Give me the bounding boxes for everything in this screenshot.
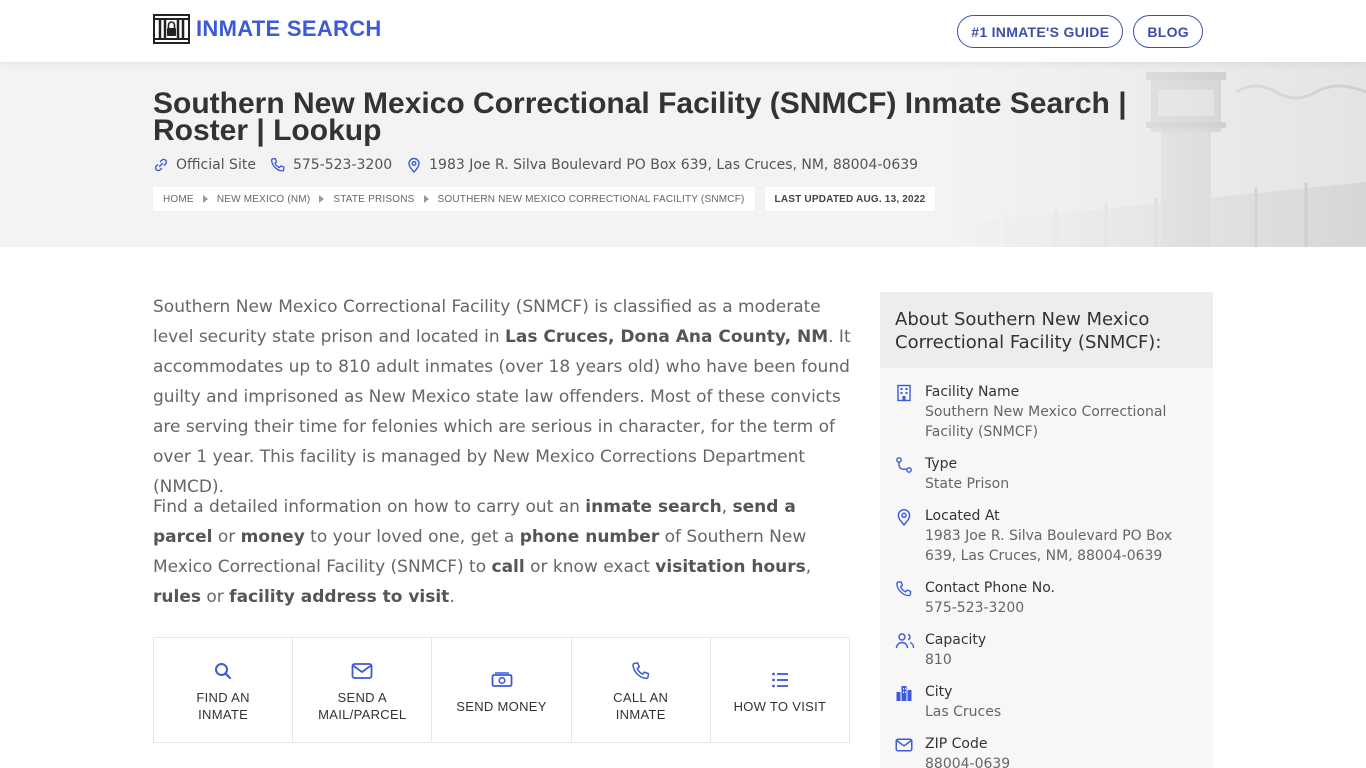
send-money-button[interactable]: SEND MONEY [432,638,572,742]
nav-inmates-guide-button[interactable]: #1 INMATE'S GUIDE [957,15,1124,48]
header-nav: #1 INMATE'S GUIDE BLOG [957,15,1203,48]
how-to-visit-label: HOW TO VISIT [733,698,827,714]
facility-meta: Official Site 575-523-3200 1983 Joe R. S… [153,157,932,173]
mail-icon [895,738,913,752]
detail-label: Capacity [925,632,987,648]
breadcrumb-state-prisons[interactable]: STATE PRISONS [333,194,414,205]
call-inmate-button[interactable]: CALL AN INMATE [572,638,711,742]
logo-text: INMATE SEARCH [196,16,382,41]
paragraph-text: . It accommodates up to 810 adult inmate… [153,327,851,497]
official-site-label: Official Site [176,157,256,173]
address-text: 1983 Joe R. Silva Boulevard PO Box 639, … [429,157,919,173]
breadcrumb-home[interactable]: HOME [163,194,194,205]
detail-type: Type State Prison [880,454,1213,494]
find-inmate-label: FIND AN INMATE [196,690,250,722]
paragraph-text: to your loved one, get a [304,527,520,547]
paragraph-text: or [212,527,241,547]
detail-label: City [925,684,953,700]
last-updated-badge: LAST UPDATED AUG. 13, 2022 [764,187,936,211]
breadcrumb-separator-icon [423,195,429,203]
page-title: Southern New Mexico Correctional Facilit… [153,87,1127,147]
breadcrumb-current: SOUTHERN NEW MEXICO CORRECTIONAL FACILIT… [437,193,745,205]
detail-label: Facility Name [925,384,1020,400]
route-icon [896,457,912,473]
detail-value: Las Cruces [925,704,1002,720]
intro-paragraph: Southern New Mexico Correctional Facilit… [153,292,853,502]
paragraph-text: or [200,587,230,607]
users-icon [895,633,915,649]
call-inmate-label: CALL AN INMATE [613,690,669,722]
detail-value: 88004-0639 [925,756,1011,768]
how-to-visit-button[interactable]: HOW TO VISIT [711,638,849,742]
detail-value: 810 [925,652,952,668]
detail-value: State Prison [925,476,1010,492]
nav-blog-button[interactable]: BLOG [1133,15,1203,48]
highlight-text: facility address to visit [229,587,450,607]
action-buttons: FIND AN INMATE SEND A MAIL/PARCEL SEND M… [153,637,850,743]
highlight-text: rules [153,587,201,607]
send-mail-parcel-label: SEND A MAIL/PARCEL [318,690,407,722]
jail-cell-icon [153,14,190,44]
detail-located-at: Located At 1983 Joe R. Silva Boulevard P… [880,506,1213,566]
phone-icon [270,157,285,172]
breadcrumb: HOME NEW MEXICO (NM) STATE PRISONS SOUTH… [153,187,936,211]
paragraph-text: , [805,557,812,577]
detail-value: 1983 Joe R. Silva Boulevard PO Box 639, … [925,528,1173,564]
paragraph-text: , [721,497,733,517]
paragraph-text: or know exact [524,557,656,577]
list-icon [772,672,788,687]
detail-label: Type [925,456,958,472]
paragraph-text: . [449,587,455,607]
detail-facility-name: Facility Name Southern New Mexico Correc… [880,382,1213,442]
detail-label: Contact Phone No. [925,580,1055,596]
site-logo[interactable]: INMATE SEARCH [153,14,382,44]
highlight-text: money [240,527,305,547]
breadcrumb-list: HOME NEW MEXICO (NM) STATE PRISONS SOUTH… [153,187,755,211]
breadcrumb-separator-icon [202,195,208,203]
phone-icon [896,581,912,597]
hero-banner: Southern New Mexico Correctional Facilit… [0,62,1366,247]
detail-value[interactable]: 575-523-3200 [925,598,1195,618]
detail-label: Located At [925,508,1000,524]
send-mail-parcel-button[interactable]: SEND A MAIL/PARCEL [293,638,433,742]
highlight-text: visitation hours [655,557,806,577]
building-icon [897,384,911,402]
official-site-link[interactable]: Official Site [153,157,256,173]
facility-info-sidebar: About Southern New Mexico Correctional F… [880,292,1213,768]
breadcrumb-new-mexico[interactable]: NEW MEXICO (NM) [217,194,311,205]
detail-capacity: Capacity 810 [880,630,1213,670]
address: 1983 Joe R. Silva Boulevard PO Box 639, … [406,157,918,173]
sidebar-title: About Southern New Mexico Correctional F… [880,292,1213,368]
location-pin-icon [408,157,420,173]
city-icon [896,686,912,701]
location-pin-icon [897,509,911,526]
breadcrumb-separator-icon [319,195,325,203]
phone-link[interactable]: 575-523-3200 [270,157,392,173]
phone-icon [631,662,649,680]
paragraph-text: Find a detailed information on how to ca… [153,497,586,517]
detail-label: ZIP Code [925,736,988,752]
highlight-text: call [491,557,525,577]
highlight-text: Las Cruces, Dona Ana County, NM [505,327,829,347]
detail-zip-code: ZIP Code 88004-0639 [880,734,1213,768]
detail-value: Southern New Mexico Correctional Facilit… [925,404,1167,440]
link-icon [154,158,168,172]
guide-paragraph: Find a detailed information on how to ca… [153,492,853,612]
find-inmate-button[interactable]: FIND AN INMATE [154,638,294,742]
detail-city: City Las Cruces [880,682,1213,722]
search-icon [215,663,232,680]
phone-number: 575-523-3200 [292,157,393,173]
highlight-text: inmate search [585,497,722,517]
facility-details-list: Facility Name Southern New Mexico Correc… [880,368,1213,768]
mail-icon [351,663,373,679]
money-icon [491,671,512,687]
top-header: INMATE SEARCH #1 INMATE'S GUIDE BLOG [0,0,1366,62]
detail-contact-phone: Contact Phone No. 575-523-3200 [880,578,1213,618]
send-money-label: SEND MONEY [456,698,547,714]
highlight-text: phone number [519,527,660,547]
